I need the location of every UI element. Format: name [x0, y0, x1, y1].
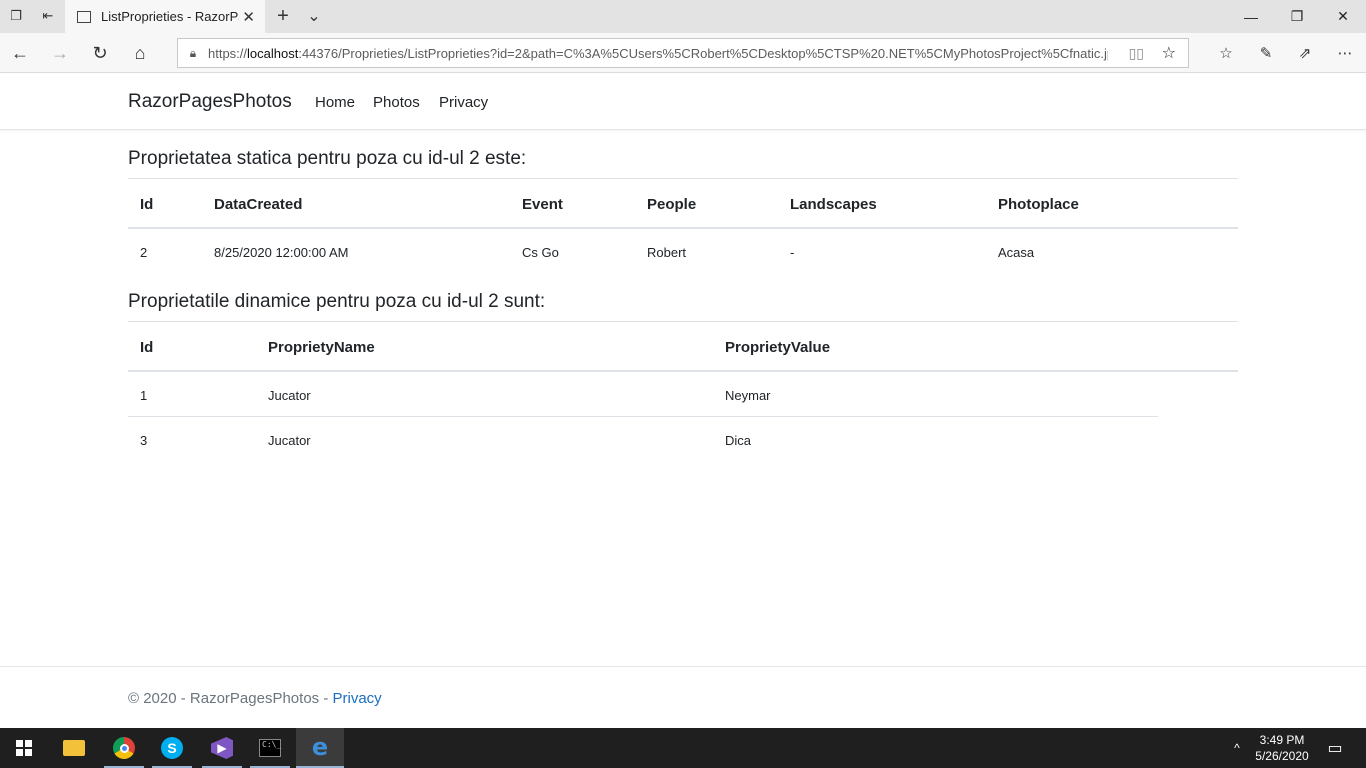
more-icon[interactable]: ⋯	[1334, 42, 1356, 64]
favorites-icon[interactable]: ☆	[1215, 42, 1237, 64]
cell-id: 3	[140, 433, 148, 448]
header-propriety-name: ProprietyName	[268, 339, 375, 356]
row-divider	[128, 416, 1158, 417]
forward-icon[interactable]: →	[48, 41, 72, 65]
header-people: People	[647, 196, 697, 213]
cell-propriety-value: Dica	[725, 433, 752, 448]
site-navbar: RazorPagesPhotos Home Photos Privacy	[0, 74, 1366, 130]
browser-tab-bar: ❐ ⇤ ListProprieties - RazorPa ✕ + ⌄ — ❐ …	[0, 0, 1366, 33]
nav-link-home[interactable]: Home	[315, 94, 355, 111]
lock-icon: 🔒︎	[189, 45, 197, 60]
table-top-border	[128, 321, 1238, 322]
visual-studio-icon[interactable]: ▶	[198, 728, 246, 768]
url-path: :44376/Proprieties/ListProprieties?id=2&…	[298, 45, 1108, 61]
nav-link-photos[interactable]: Photos	[373, 94, 420, 111]
cell-propriety-name: Jucator	[268, 433, 311, 448]
share-icon[interactable]: ⇗	[1294, 42, 1316, 64]
windows-start-icon[interactable]	[0, 728, 48, 768]
tab-list-button[interactable]: ⌄	[304, 6, 324, 26]
file-explorer-icon[interactable]	[50, 728, 98, 768]
footer-divider	[0, 666, 1366, 667]
close-tab-icon[interactable]: ✕	[242, 8, 255, 26]
clock-date: 5/26/2020	[1255, 749, 1309, 763]
cell-id: 1	[140, 388, 148, 403]
tab-actions-icon[interactable]: ❐	[6, 6, 26, 26]
restore-icon[interactable]: ❐	[1274, 0, 1320, 33]
header-landscapes: Landscapes	[790, 196, 877, 213]
chevron-up-icon[interactable]: ^	[1226, 728, 1248, 768]
header-datacreated: DataCreated	[214, 196, 303, 213]
reading-view-icon[interactable]: ▯▯	[1129, 45, 1144, 62]
cell-photoplace: Acasa	[998, 245, 1035, 260]
header-photoplace: Photoplace	[998, 196, 1079, 213]
chrome-icon[interactable]	[100, 728, 148, 768]
footer-text: © 2020 - RazorPagesPhotos -	[128, 690, 333, 707]
refresh-icon[interactable]: ↻	[88, 41, 112, 65]
cell-id: 2	[140, 245, 148, 260]
cell-event: Cs Go	[522, 245, 559, 260]
table-header-border	[128, 370, 1238, 372]
static-section-title: Proprietatea statica pentru poza cu id-u…	[128, 148, 527, 169]
footer-privacy-link[interactable]: Privacy	[333, 690, 382, 707]
new-tab-button[interactable]: +	[273, 5, 293, 27]
url-host: localhost	[247, 45, 299, 61]
brand-link[interactable]: RazorPagesPhotos	[128, 91, 292, 113]
header-propriety-value: ProprietyValue	[725, 339, 831, 356]
footer: © 2020 - RazorPagesPhotos - Privacy	[128, 690, 382, 707]
minimize-icon[interactable]: —	[1228, 0, 1274, 33]
cell-propriety-value: Neymar	[725, 388, 771, 403]
tab-title: ListProprieties - RazorPa	[101, 9, 239, 24]
url-bar[interactable]: 🔒︎ https://localhost:44376/Proprieties/L…	[177, 38, 1189, 68]
favorite-star-icon[interactable]: ☆	[1162, 43, 1176, 63]
page-icon	[77, 10, 91, 23]
address-toolbar: ← → ↻ ⌂ 🔒︎ https://localhost:44376/Propr…	[0, 33, 1366, 73]
edge-icon[interactable]: e	[296, 728, 344, 768]
header-event: Event	[522, 196, 563, 213]
nav-link-privacy[interactable]: Privacy	[439, 94, 488, 111]
set-aside-tabs-icon[interactable]: ⇤	[38, 6, 58, 26]
header-id: Id	[140, 339, 154, 356]
home-icon[interactable]: ⌂	[128, 41, 152, 65]
table-top-border	[128, 178, 1238, 179]
close-window-icon[interactable]: ✕	[1320, 0, 1366, 33]
table-header-border	[128, 227, 1238, 229]
url-scheme: https://	[208, 45, 248, 61]
cell-landscapes: -	[790, 245, 795, 260]
system-clock[interactable]: 3:49 PM 5/26/2020	[1252, 732, 1312, 764]
browser-tab[interactable]: ListProprieties - RazorPa ✕	[65, 0, 265, 33]
header-id: Id	[140, 196, 154, 213]
dynamic-section-title: Proprietatile dinamice pentru poza cu id…	[128, 291, 546, 312]
clock-time: 3:49 PM	[1259, 733, 1305, 747]
cell-propriety-name: Jucator	[268, 388, 311, 403]
url-text[interactable]: https://localhost:44376/Proprieties/List…	[208, 46, 1108, 61]
cell-people: Robert	[647, 245, 687, 260]
command-prompt-icon[interactable]: C:\_	[246, 728, 294, 768]
cell-datacreated: 8/25/2020 12:00:00 AM	[214, 245, 349, 260]
notification-icon[interactable]: ▭	[1320, 728, 1350, 768]
windows-taskbar: S ▶ C:\_ e ^ 3:49 PM 5/26/2020 ▭	[0, 728, 1366, 768]
pen-icon[interactable]: ✎	[1255, 42, 1277, 64]
back-icon[interactable]: ←	[8, 41, 32, 65]
skype-icon[interactable]: S	[148, 728, 196, 768]
